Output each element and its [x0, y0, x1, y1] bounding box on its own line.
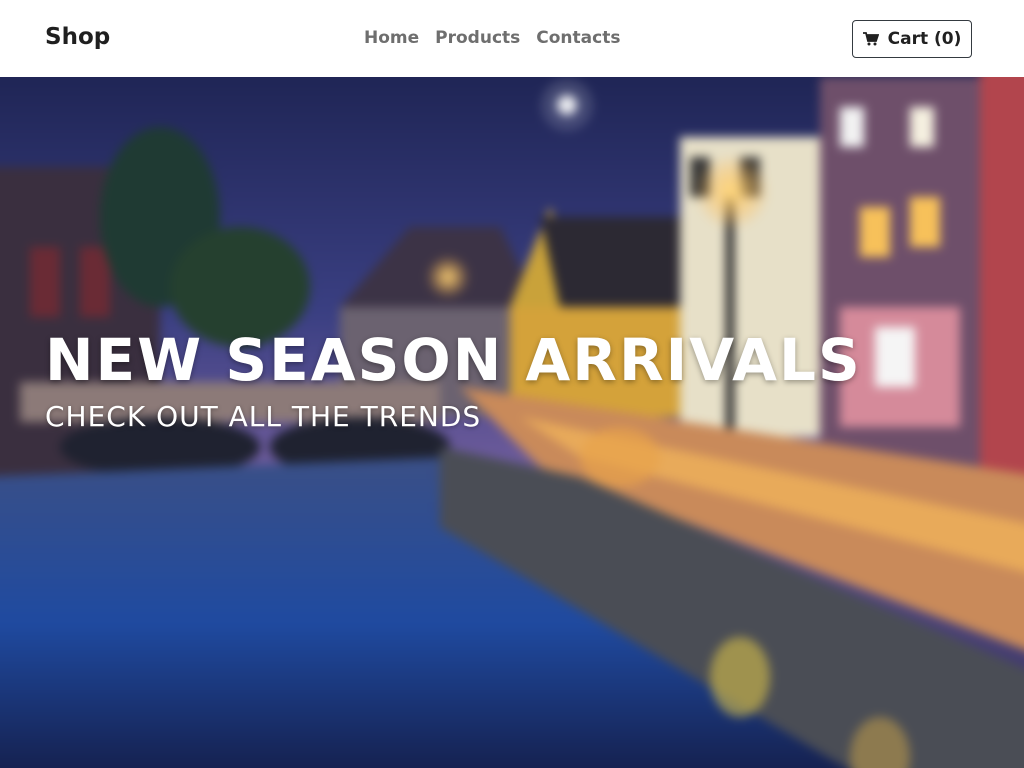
nav-link-contacts[interactable]: Contacts — [528, 25, 628, 51]
hero-banner: NEW SEASON ARRIVALS CHECK OUT ALL THE TR… — [0, 77, 1024, 768]
hero-subtitle: CHECK OUT ALL THE TRENDS — [45, 400, 482, 433]
nav-link-home[interactable]: Home — [356, 25, 427, 51]
navbar: Shop Home Products Contacts Cart (0) — [0, 0, 1024, 77]
hero-title: NEW SEASON ARRIVALS — [45, 326, 862, 394]
cart-button[interactable]: Cart (0) — [852, 20, 972, 58]
shopping-cart-icon — [862, 32, 879, 46]
nav-link-products[interactable]: Products — [427, 25, 528, 51]
cart-label: Cart (0) — [887, 29, 962, 49]
nav-links: Home Products Contacts — [356, 25, 628, 51]
brand-logo[interactable]: Shop — [45, 22, 110, 52]
